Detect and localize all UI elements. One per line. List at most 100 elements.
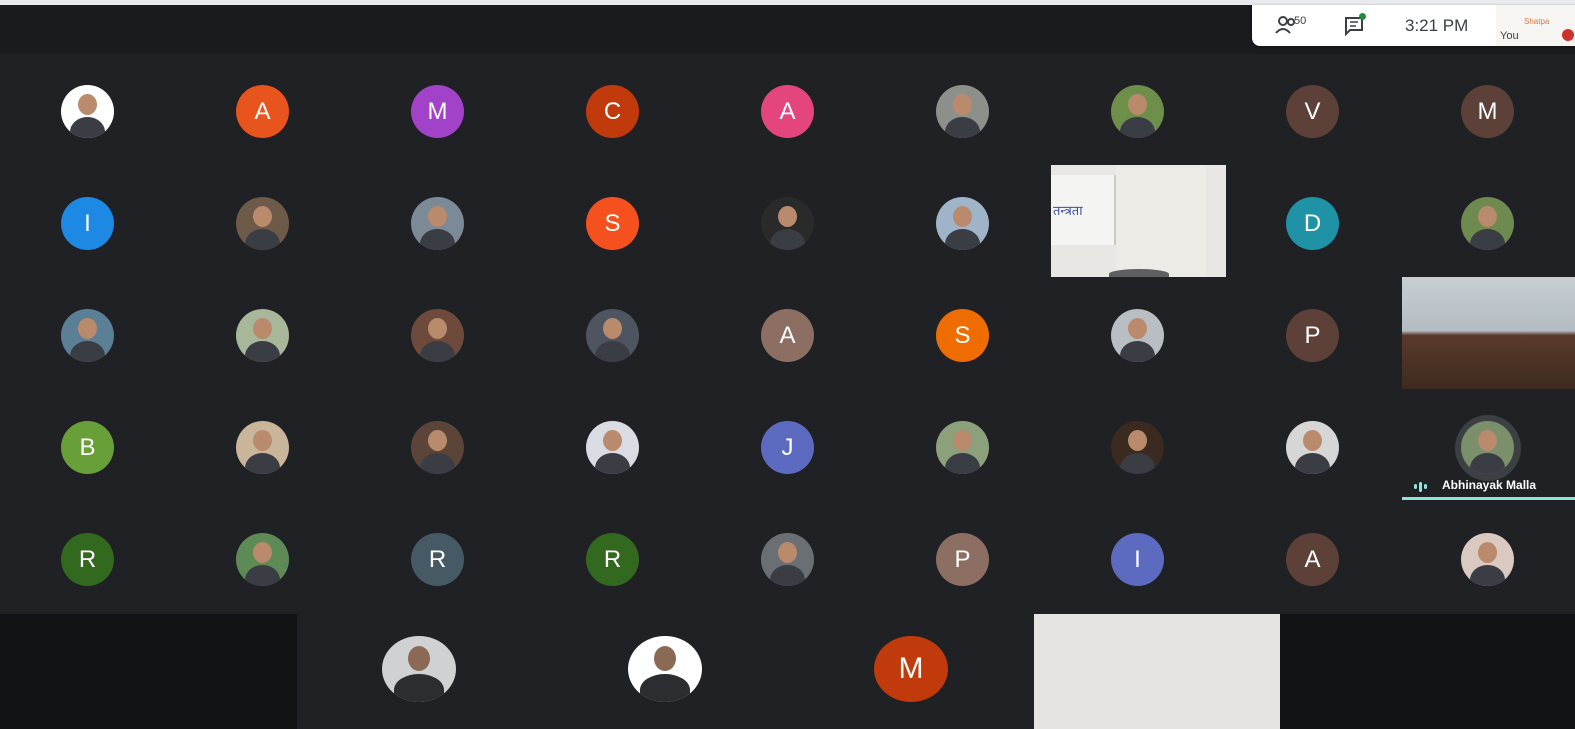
participant-tile[interactable]	[875, 54, 1050, 166]
participant-tile[interactable]: I	[1050, 502, 1225, 614]
avatar-head	[1303, 430, 1322, 451]
participant-tile[interactable]	[350, 278, 525, 390]
participant-tile[interactable]	[175, 502, 350, 614]
participant-tile[interactable]	[0, 54, 175, 166]
participant-grid: A M C A V M I S तन्त्रता D A S P B J R R R P I A	[0, 54, 1575, 614]
participant-tile[interactable]	[1050, 390, 1225, 502]
participant-photo-avatar	[236, 309, 289, 362]
participant-video[interactable]	[1402, 277, 1575, 389]
avatar-body	[70, 341, 105, 362]
participant-initial-avatar: M	[411, 85, 464, 138]
participant-tile[interactable]	[175, 278, 350, 390]
participant-tile[interactable]	[1050, 54, 1225, 166]
participant-tile[interactable]	[350, 390, 525, 502]
avatar-head	[603, 430, 622, 451]
participant-video[interactable]	[1034, 614, 1280, 729]
participant-tile[interactable]: B	[0, 390, 175, 502]
participant-photo-avatar[interactable]	[628, 636, 702, 702]
avatar-head	[654, 646, 676, 671]
avatar-body	[245, 565, 280, 586]
participant-tile[interactable]	[525, 278, 700, 390]
participant-initial-avatar[interactable]: M	[874, 636, 948, 702]
participant-tile[interactable]	[525, 390, 700, 502]
avatar-head	[78, 318, 97, 339]
avatar-body	[245, 229, 280, 250]
participant-photo-avatar	[936, 197, 989, 250]
avatar-head	[1128, 94, 1147, 115]
avatar-head	[78, 94, 97, 115]
avatar-body	[640, 674, 690, 702]
empty-slot	[1280, 614, 1575, 729]
participant-tile[interactable]: C	[525, 54, 700, 166]
whiteboard: तन्त्रता	[1051, 175, 1116, 245]
participant-tile[interactable]	[700, 166, 875, 278]
participant-tile[interactable]: A	[700, 278, 875, 390]
participant-tile[interactable]: तन्त्रता	[1050, 165, 1226, 278]
participant-photo-avatar	[61, 85, 114, 138]
avatar-body	[1470, 229, 1505, 250]
avatar-head	[408, 646, 430, 671]
participant-photo-avatar	[411, 309, 464, 362]
participant-tile[interactable]	[1225, 390, 1400, 502]
participant-tile[interactable]	[1400, 277, 1575, 390]
participant-photo-avatar	[936, 421, 989, 474]
participant-tile[interactable]	[1050, 278, 1225, 390]
participant-tile[interactable]: M	[350, 54, 525, 166]
participant-tile[interactable]: P	[875, 502, 1050, 614]
participant-tile[interactable]	[875, 390, 1050, 502]
participant-tile[interactable]	[0, 278, 175, 390]
avatar-head	[953, 206, 972, 227]
avatar-body	[1120, 453, 1155, 474]
participant-tile[interactable]: D	[1225, 166, 1400, 278]
participant-tile[interactable]: S	[525, 166, 700, 278]
speaking-indicator-icon	[1414, 478, 1430, 492]
participant-tile[interactable]	[350, 166, 525, 278]
participant-tile[interactable]: P	[1225, 278, 1400, 390]
avatar-body	[1295, 453, 1330, 474]
avatar-body	[1470, 565, 1505, 586]
participant-photo-avatar	[586, 309, 639, 362]
self-label: You	[1500, 30, 1519, 42]
participant-initial-avatar: S	[586, 197, 639, 250]
participant-photo-avatar	[1461, 533, 1514, 586]
participant-initial-avatar: J	[761, 421, 814, 474]
empty-slot	[0, 614, 297, 729]
participant-tile[interactable]	[700, 502, 875, 614]
participant-photo-avatar	[761, 197, 814, 250]
participant-initial-avatar: V	[1286, 85, 1339, 138]
participant-tile[interactable]: S	[875, 278, 1050, 390]
participant-tile[interactable]: I	[0, 166, 175, 278]
participant-count: 50	[1294, 15, 1307, 27]
avatar-head	[1128, 430, 1147, 451]
participant-tile[interactable]	[875, 166, 1050, 278]
participant-tile[interactable]	[1400, 502, 1575, 614]
participant-tile[interactable]: A	[175, 54, 350, 166]
participant-photo-avatar	[936, 85, 989, 138]
participant-tile[interactable]: R	[525, 502, 700, 614]
participant-initial-avatar: S	[936, 309, 989, 362]
participant-tile[interactable]	[175, 166, 350, 278]
participant-photo-avatar	[1111, 421, 1164, 474]
avatar-body	[420, 341, 455, 362]
active-speaker-name: Abhinayak Malla	[1442, 478, 1537, 492]
avatar-body	[945, 229, 980, 250]
avatar-head	[253, 430, 272, 451]
avatar-body	[70, 117, 105, 138]
participant-initial-avatar: A	[761, 309, 814, 362]
participant-tile[interactable]: A	[1225, 502, 1400, 614]
meeting-info-panel: 50 3:21 PM Shatpa You	[1252, 5, 1575, 46]
participant-tile[interactable]: J	[700, 390, 875, 502]
participant-photo-avatar[interactable]	[382, 636, 456, 702]
participant-tile[interactable]: R	[0, 502, 175, 614]
bottom-row: M	[0, 614, 1575, 729]
avatar-body	[245, 453, 280, 474]
participant-initial-avatar: B	[61, 421, 114, 474]
participant-tile[interactable]: V	[1225, 54, 1400, 166]
participant-video[interactable]: तन्त्रता	[1051, 165, 1226, 277]
participant-tile[interactable]	[1400, 166, 1575, 278]
avatar-body	[770, 229, 805, 250]
participant-tile[interactable]: R	[350, 502, 525, 614]
participant-tile[interactable]: M	[1400, 54, 1575, 166]
participant-tile[interactable]	[175, 390, 350, 502]
participant-tile[interactable]: A	[700, 54, 875, 166]
